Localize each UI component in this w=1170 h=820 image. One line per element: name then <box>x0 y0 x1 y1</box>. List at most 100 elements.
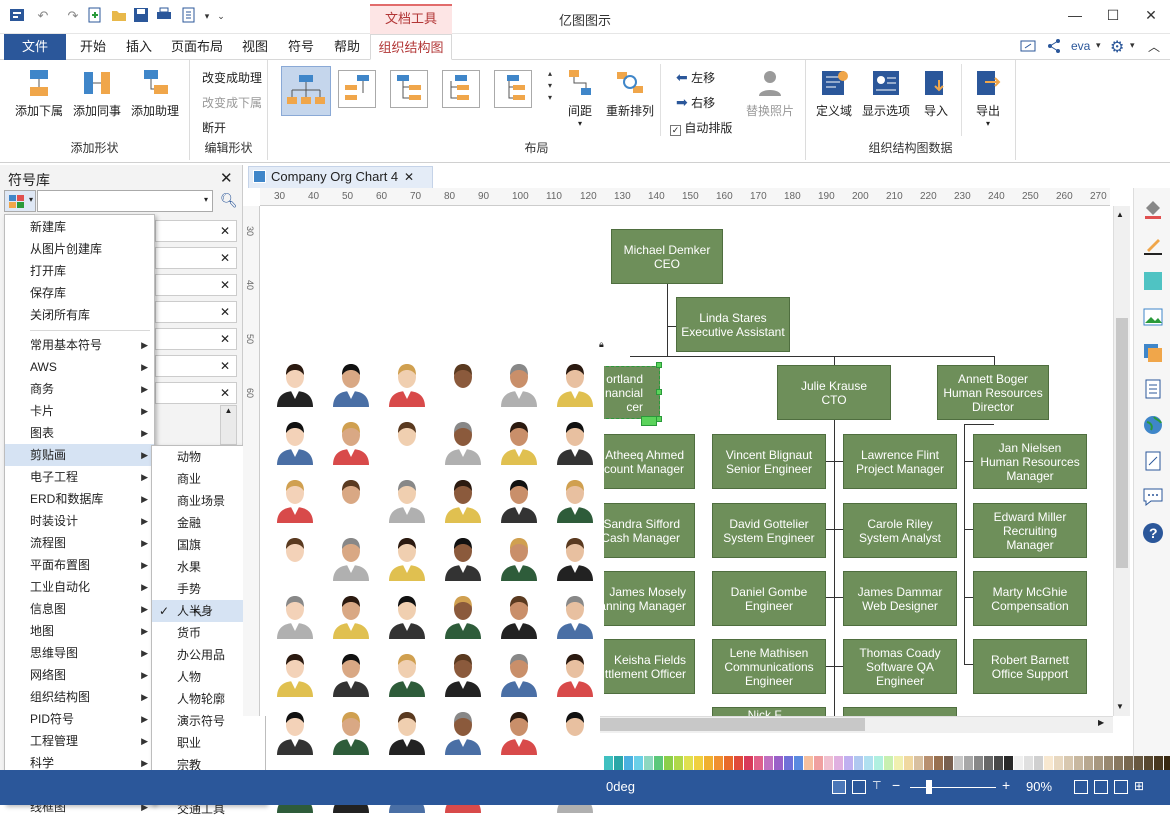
person-clipart-icon[interactable] <box>331 475 371 523</box>
color-swatch[interactable] <box>714 756 723 770</box>
color-swatch[interactable] <box>1144 756 1153 770</box>
row-close-icon[interactable]: ✕ <box>220 305 230 319</box>
color-swatch[interactable] <box>754 756 763 770</box>
add-assistant-button[interactable]: 添加助理 <box>126 68 184 119</box>
org-node-cto[interactable]: Julie Krause CTO <box>777 365 891 420</box>
hscroll-thumb[interactable] <box>600 718 865 731</box>
person-clipart-icon[interactable] <box>443 475 483 523</box>
rearrange-button[interactable]: 重新排列 <box>602 68 658 119</box>
tab-file[interactable]: 文件 <box>4 34 66 60</box>
import-button[interactable]: 导入 <box>916 68 956 119</box>
color-swatch[interactable] <box>794 756 803 770</box>
color-swatch[interactable] <box>664 756 673 770</box>
comment-icon[interactable] <box>1142 486 1164 508</box>
color-swatch[interactable] <box>674 756 683 770</box>
color-swatch[interactable] <box>814 756 823 770</box>
collapse-ribbon-icon[interactable]: ︿ <box>1148 38 1160 55</box>
menu-item-flowchart[interactable]: 流程图 ▶ <box>5 532 154 554</box>
layout-style-5[interactable] <box>494 70 532 108</box>
menu-item-map[interactable]: 地图 ▶ <box>5 620 154 642</box>
shape-style-icon[interactable] <box>1142 270 1164 292</box>
color-swatch[interactable] <box>1064 756 1073 770</box>
person-clipart-icon[interactable] <box>275 649 315 697</box>
color-swatch[interactable] <box>974 756 983 770</box>
tab-page-layout[interactable]: 页面布局 <box>166 34 228 60</box>
menu-item-basic-symbols[interactable]: 常用基本符号 ▶ <box>5 334 154 356</box>
layout-style-1[interactable] <box>281 66 331 116</box>
org-node-d3[interactable]: Robert Barnett Office Support <box>973 639 1087 694</box>
person-clipart-icon[interactable] <box>387 649 427 697</box>
image-icon[interactable] <box>1142 306 1164 328</box>
share-screen-icon[interactable] <box>1020 38 1038 56</box>
spacing-button[interactable]: 间距 ▾ <box>560 68 600 128</box>
settings-dropdown-icon[interactable]: ▾ <box>1130 40 1135 51</box>
menu-open-library[interactable]: 打开库 <box>5 260 154 282</box>
document-close-icon[interactable]: ✕ <box>404 167 414 187</box>
maximize-button[interactable]: ☐ <box>1100 4 1126 26</box>
person-clipart-icon[interactable] <box>387 707 427 755</box>
menu-save-library[interactable]: 保存库 <box>5 282 154 304</box>
person-clipart-icon[interactable] <box>331 649 371 697</box>
color-swatch[interactable] <box>1084 756 1093 770</box>
org-node-b1[interactable]: David Gottelier System Engineer <box>712 503 826 558</box>
layers-icon[interactable] <box>1142 342 1164 364</box>
person-clipart-icon[interactable] <box>275 417 315 465</box>
library-row[interactable]: ✕ <box>155 220 237 242</box>
minimize-button[interactable]: — <box>1062 4 1088 26</box>
org-node-c0[interactable]: Lawrence Flint Project Manager <box>843 434 957 489</box>
zoom-slider-thumb[interactable] <box>926 780 932 794</box>
view-present-icon[interactable]: ⊤ <box>872 780 886 794</box>
tab-insert[interactable]: 插入 <box>118 34 160 60</box>
document-tab[interactable]: Company Org Chart 4 ✕ <box>248 166 433 188</box>
color-swatch[interactable] <box>924 756 933 770</box>
color-swatch[interactable] <box>1074 756 1083 770</box>
color-swatch[interactable] <box>834 756 843 770</box>
org-node-d0[interactable]: Jan Nielsen Human Resources Manager <box>973 434 1087 489</box>
person-clipart-icon[interactable] <box>387 417 427 465</box>
color-swatch[interactable] <box>874 756 883 770</box>
color-swatch[interactable] <box>694 756 703 770</box>
person-clipart-icon[interactable] <box>499 591 539 639</box>
selection-handle[interactable] <box>656 389 662 395</box>
person-clipart-icon[interactable] <box>555 707 595 755</box>
menu-item-aws[interactable]: AWS ▶ <box>5 356 154 378</box>
person-clipart-icon[interactable] <box>555 649 595 697</box>
color-swatch[interactable] <box>1004 756 1013 770</box>
redo-icon[interactable]: ↷ <box>64 7 82 25</box>
view-normal-icon[interactable] <box>832 780 846 794</box>
globe-icon[interactable] <box>1142 414 1164 436</box>
color-swatch[interactable] <box>774 756 783 770</box>
submenu-occupations[interactable]: 职业 <box>152 732 265 754</box>
view-outline-icon[interactable] <box>852 780 866 794</box>
org-node-hr-director[interactable]: Annett Boger Human Resources Director <box>937 365 1049 420</box>
color-swatch[interactable] <box>864 756 873 770</box>
color-swatch[interactable] <box>614 756 623 770</box>
person-clipart-icon[interactable] <box>555 359 595 407</box>
color-swatch[interactable] <box>854 756 863 770</box>
scroll-right-icon[interactable]: ▶ <box>1098 718 1104 727</box>
person-clipart-icon[interactable] <box>443 417 483 465</box>
menu-item-orgchart[interactable]: 组织结构图 ▶ <box>5 686 154 708</box>
layout-style-3[interactable] <box>390 70 428 108</box>
person-clipart-icon[interactable] <box>555 533 595 581</box>
org-node-c4[interactable] <box>843 707 957 716</box>
library-search-input[interactable]: ▾ <box>37 190 213 212</box>
org-node-d2[interactable]: Marty McGhie Compensation <box>973 571 1087 626</box>
person-clipart-icon[interactable] <box>443 359 483 407</box>
color-swatch[interactable] <box>724 756 733 770</box>
person-clipart-icon[interactable] <box>443 649 483 697</box>
menu-item-business[interactable]: 商务 ▶ <box>5 378 154 400</box>
horizontal-scrollbar[interactable]: ▶ <box>600 716 1113 733</box>
library-row[interactable]: ✕ <box>155 247 237 269</box>
color-swatch[interactable] <box>1134 756 1143 770</box>
library-menu-button[interactable]: ▾ <box>4 190 36 212</box>
tab-view[interactable]: 视图 <box>234 34 276 60</box>
menu-item-erd[interactable]: ERD和数据库 ▶ <box>5 488 154 510</box>
color-swatch[interactable] <box>1114 756 1123 770</box>
color-swatch[interactable] <box>684 756 693 770</box>
person-clipart-icon[interactable] <box>331 591 371 639</box>
color-swatch[interactable] <box>914 756 923 770</box>
org-node-d1[interactable]: Edward Miller Recruiting Manager <box>973 503 1087 558</box>
menu-item-charts[interactable]: 图表 ▶ <box>5 422 154 444</box>
color-swatch[interactable] <box>884 756 893 770</box>
